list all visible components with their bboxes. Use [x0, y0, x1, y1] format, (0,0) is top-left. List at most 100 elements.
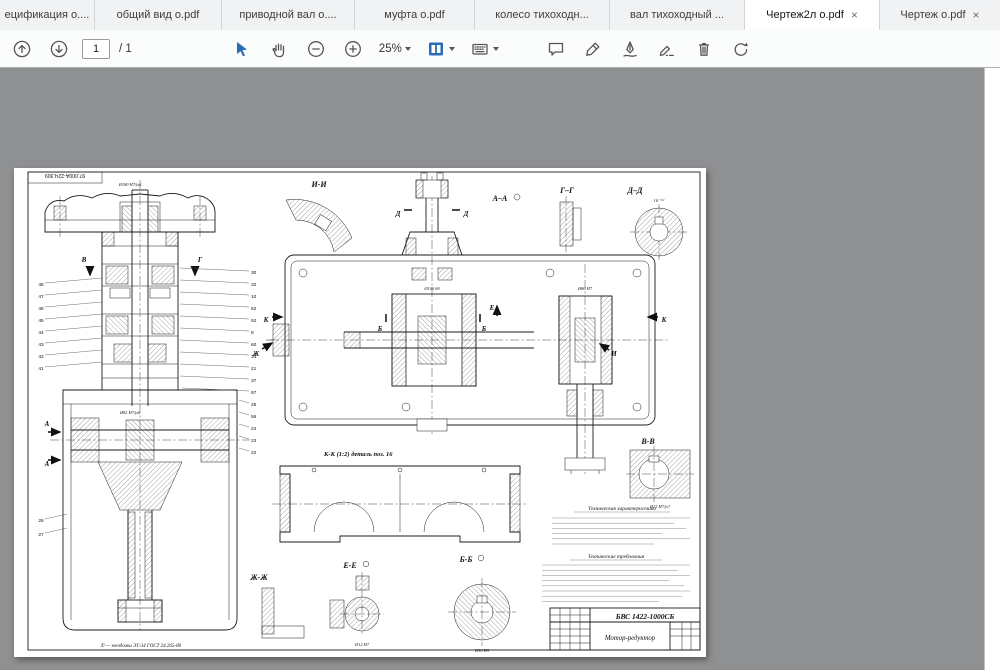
- corner-stamp: 97.000А-22Ч.309: [45, 172, 85, 178]
- arrow-up-circle-icon: [12, 39, 32, 59]
- svg-text:Ø80 H7: Ø80 H7: [577, 286, 593, 291]
- svg-text:28: 28: [38, 518, 44, 524]
- tab-chertezh2l[interactable]: Чертеж2л o.pdf ×: [745, 0, 880, 30]
- svg-text:42: 42: [38, 354, 44, 360]
- tab-label: Чертеж2л o.pdf: [766, 9, 844, 21]
- document-canvas[interactable]: 97.000А-22Ч.309: [0, 68, 1000, 670]
- dimension-label: 16⁺⁰·¹: [654, 198, 666, 203]
- tab-koleso[interactable]: колесо тихоходн...: [475, 0, 610, 30]
- redo-circular-arrow-icon: [731, 39, 751, 59]
- section-letter-b: Б: [481, 325, 487, 333]
- redo-button[interactable]: [727, 36, 755, 62]
- next-page-button[interactable]: [45, 36, 73, 62]
- view-label-vv: В-В: [640, 437, 655, 446]
- select-tool-button[interactable]: [228, 36, 256, 62]
- page-number-input[interactable]: [82, 39, 110, 59]
- detail-view-dd: Д–Д 16⁺⁰·¹: [627, 186, 688, 260]
- highlight-tool-button[interactable]: [579, 36, 607, 62]
- ink-pen-nib-icon: [620, 39, 640, 59]
- document-tab-bar: ецификация о.... общий вид o.pdf приводн…: [0, 0, 1000, 31]
- detail-view-kk: К-К (1:2) деталь поз. 16: [272, 451, 528, 542]
- dimension-label: Ø38 H9: [474, 648, 490, 653]
- svg-text:45: 45: [38, 318, 44, 324]
- part-callouts-left: 48 47 46 45 44 43 42 41 28 27: [38, 278, 102, 538]
- svg-text:23: 23: [251, 438, 257, 444]
- zoom-level-value: 25%: [379, 43, 402, 55]
- plus-circle-icon: [343, 39, 363, 59]
- page-display-dropdown[interactable]: [423, 36, 458, 62]
- section-letter-a: А: [44, 460, 50, 468]
- tab-specification[interactable]: ецификация о....: [0, 0, 95, 30]
- comment-bubble-icon: [546, 39, 566, 59]
- chevron-down-icon: [449, 47, 455, 51]
- detail-view-ii: И-И: [286, 180, 352, 252]
- detail-view-zhzh: Ж-Ж: [249, 573, 304, 638]
- section-letter-a: А: [44, 420, 50, 428]
- svg-text:44: 44: [38, 330, 44, 336]
- trash-icon: [694, 39, 714, 59]
- title-block: БВС 1422-1000СБ Мотор-редуктор: [550, 608, 700, 650]
- svg-text:27: 27: [38, 532, 44, 538]
- dimension-labels: Ø180 H7/js6 Ø82 H7/js6 Ø100 h9 Ø80 H7: [118, 182, 593, 415]
- section-letter-d: Д: [395, 210, 401, 218]
- comment-tool-button[interactable]: [542, 36, 570, 62]
- view-label-dd: Д–Д: [627, 186, 643, 195]
- req-title: Технические требования: [588, 553, 645, 560]
- view-label-ee: Е-Е: [342, 561, 356, 570]
- view-label-ii: И-И: [310, 180, 327, 189]
- svg-text:57: 57: [251, 390, 257, 396]
- technical-characteristics-block: Техническая характеристика: [552, 506, 690, 544]
- previous-page-button[interactable]: [8, 36, 36, 62]
- view-label-aa: А–А: [492, 194, 508, 203]
- hand-tool-button[interactable]: [265, 36, 293, 62]
- svg-text:60: 60: [251, 342, 257, 348]
- technical-requirements-block: Технические требования: [542, 553, 690, 601]
- tab-label: приводной вал o....: [239, 9, 336, 21]
- tools-panel-collapsed[interactable]: [984, 68, 1000, 670]
- svg-text:41: 41: [38, 366, 44, 372]
- svg-text:32: 32: [251, 282, 257, 288]
- page-view-icon: [426, 39, 446, 59]
- tab-label: муфта o.pdf: [384, 9, 444, 21]
- acrobat-window: ецификация о.... общий вид o.pdf приводн…: [0, 0, 1000, 670]
- tab-val-tikhokhodny[interactable]: вал тихоходный ...: [610, 0, 745, 30]
- tab-close-icon[interactable]: ×: [851, 9, 858, 21]
- delete-button[interactable]: [690, 36, 718, 62]
- highlighter-pen-icon: [583, 39, 603, 59]
- minus-circle-icon: [306, 39, 326, 59]
- tab-label: ецификация о....: [5, 9, 90, 21]
- title-block-doc-number: БВС 1422-1000СБ: [615, 612, 675, 621]
- section-letter-g: Г: [197, 256, 203, 264]
- sign-tool-button[interactable]: [616, 36, 644, 62]
- tab-privodnoy-val[interactable]: приводной вал o....: [222, 0, 355, 30]
- svg-text:62: 62: [251, 306, 257, 312]
- detail-view-ee: Е-Е Ø12 H7: [330, 561, 384, 647]
- hand-icon: [269, 39, 289, 59]
- zoom-out-button[interactable]: [302, 36, 330, 62]
- engineering-drawing: 97.000А-22Ч.309: [14, 168, 706, 657]
- fill-sign-button[interactable]: [653, 36, 681, 62]
- section-letter-k: К: [263, 316, 270, 324]
- svg-text:48: 48: [38, 282, 44, 288]
- cursor-icon: [232, 39, 252, 59]
- tab-label: общий вид o.pdf: [117, 9, 200, 21]
- section-letter-k: К: [661, 316, 668, 324]
- tab-obshchiy-vid[interactable]: общий вид o.pdf: [95, 0, 222, 30]
- svg-text:25: 25: [251, 402, 257, 408]
- svg-text:Ø100 h9: Ø100 h9: [423, 286, 440, 291]
- tab-label: вал тихоходный ...: [630, 9, 724, 21]
- tab-mufta[interactable]: муфта o.pdf: [355, 0, 475, 30]
- tab-close-icon[interactable]: ×: [973, 9, 980, 21]
- svg-text:43: 43: [38, 342, 44, 348]
- zoom-in-button[interactable]: [339, 36, 367, 62]
- svg-text:Ø180 H7/js6: Ø180 H7/js6: [118, 182, 142, 187]
- section-letter-v: В: [81, 256, 87, 264]
- scrolling-mode-dropdown[interactable]: [467, 36, 502, 62]
- zoom-level-dropdown[interactable]: 25%: [376, 36, 414, 62]
- tab-chertezh[interactable]: Чертеж o.pdf ×: [880, 0, 1000, 30]
- detail-view-vv: В-В Ø22 H7/js7: [626, 437, 694, 509]
- svg-text:37: 37: [251, 378, 257, 384]
- drawing-footnote: ① — звездочки ЭТ-34 ГОСТ 24.265-80: [100, 643, 182, 649]
- pdf-page: 97.000А-22Ч.309: [14, 168, 706, 657]
- svg-text:46: 46: [38, 306, 44, 312]
